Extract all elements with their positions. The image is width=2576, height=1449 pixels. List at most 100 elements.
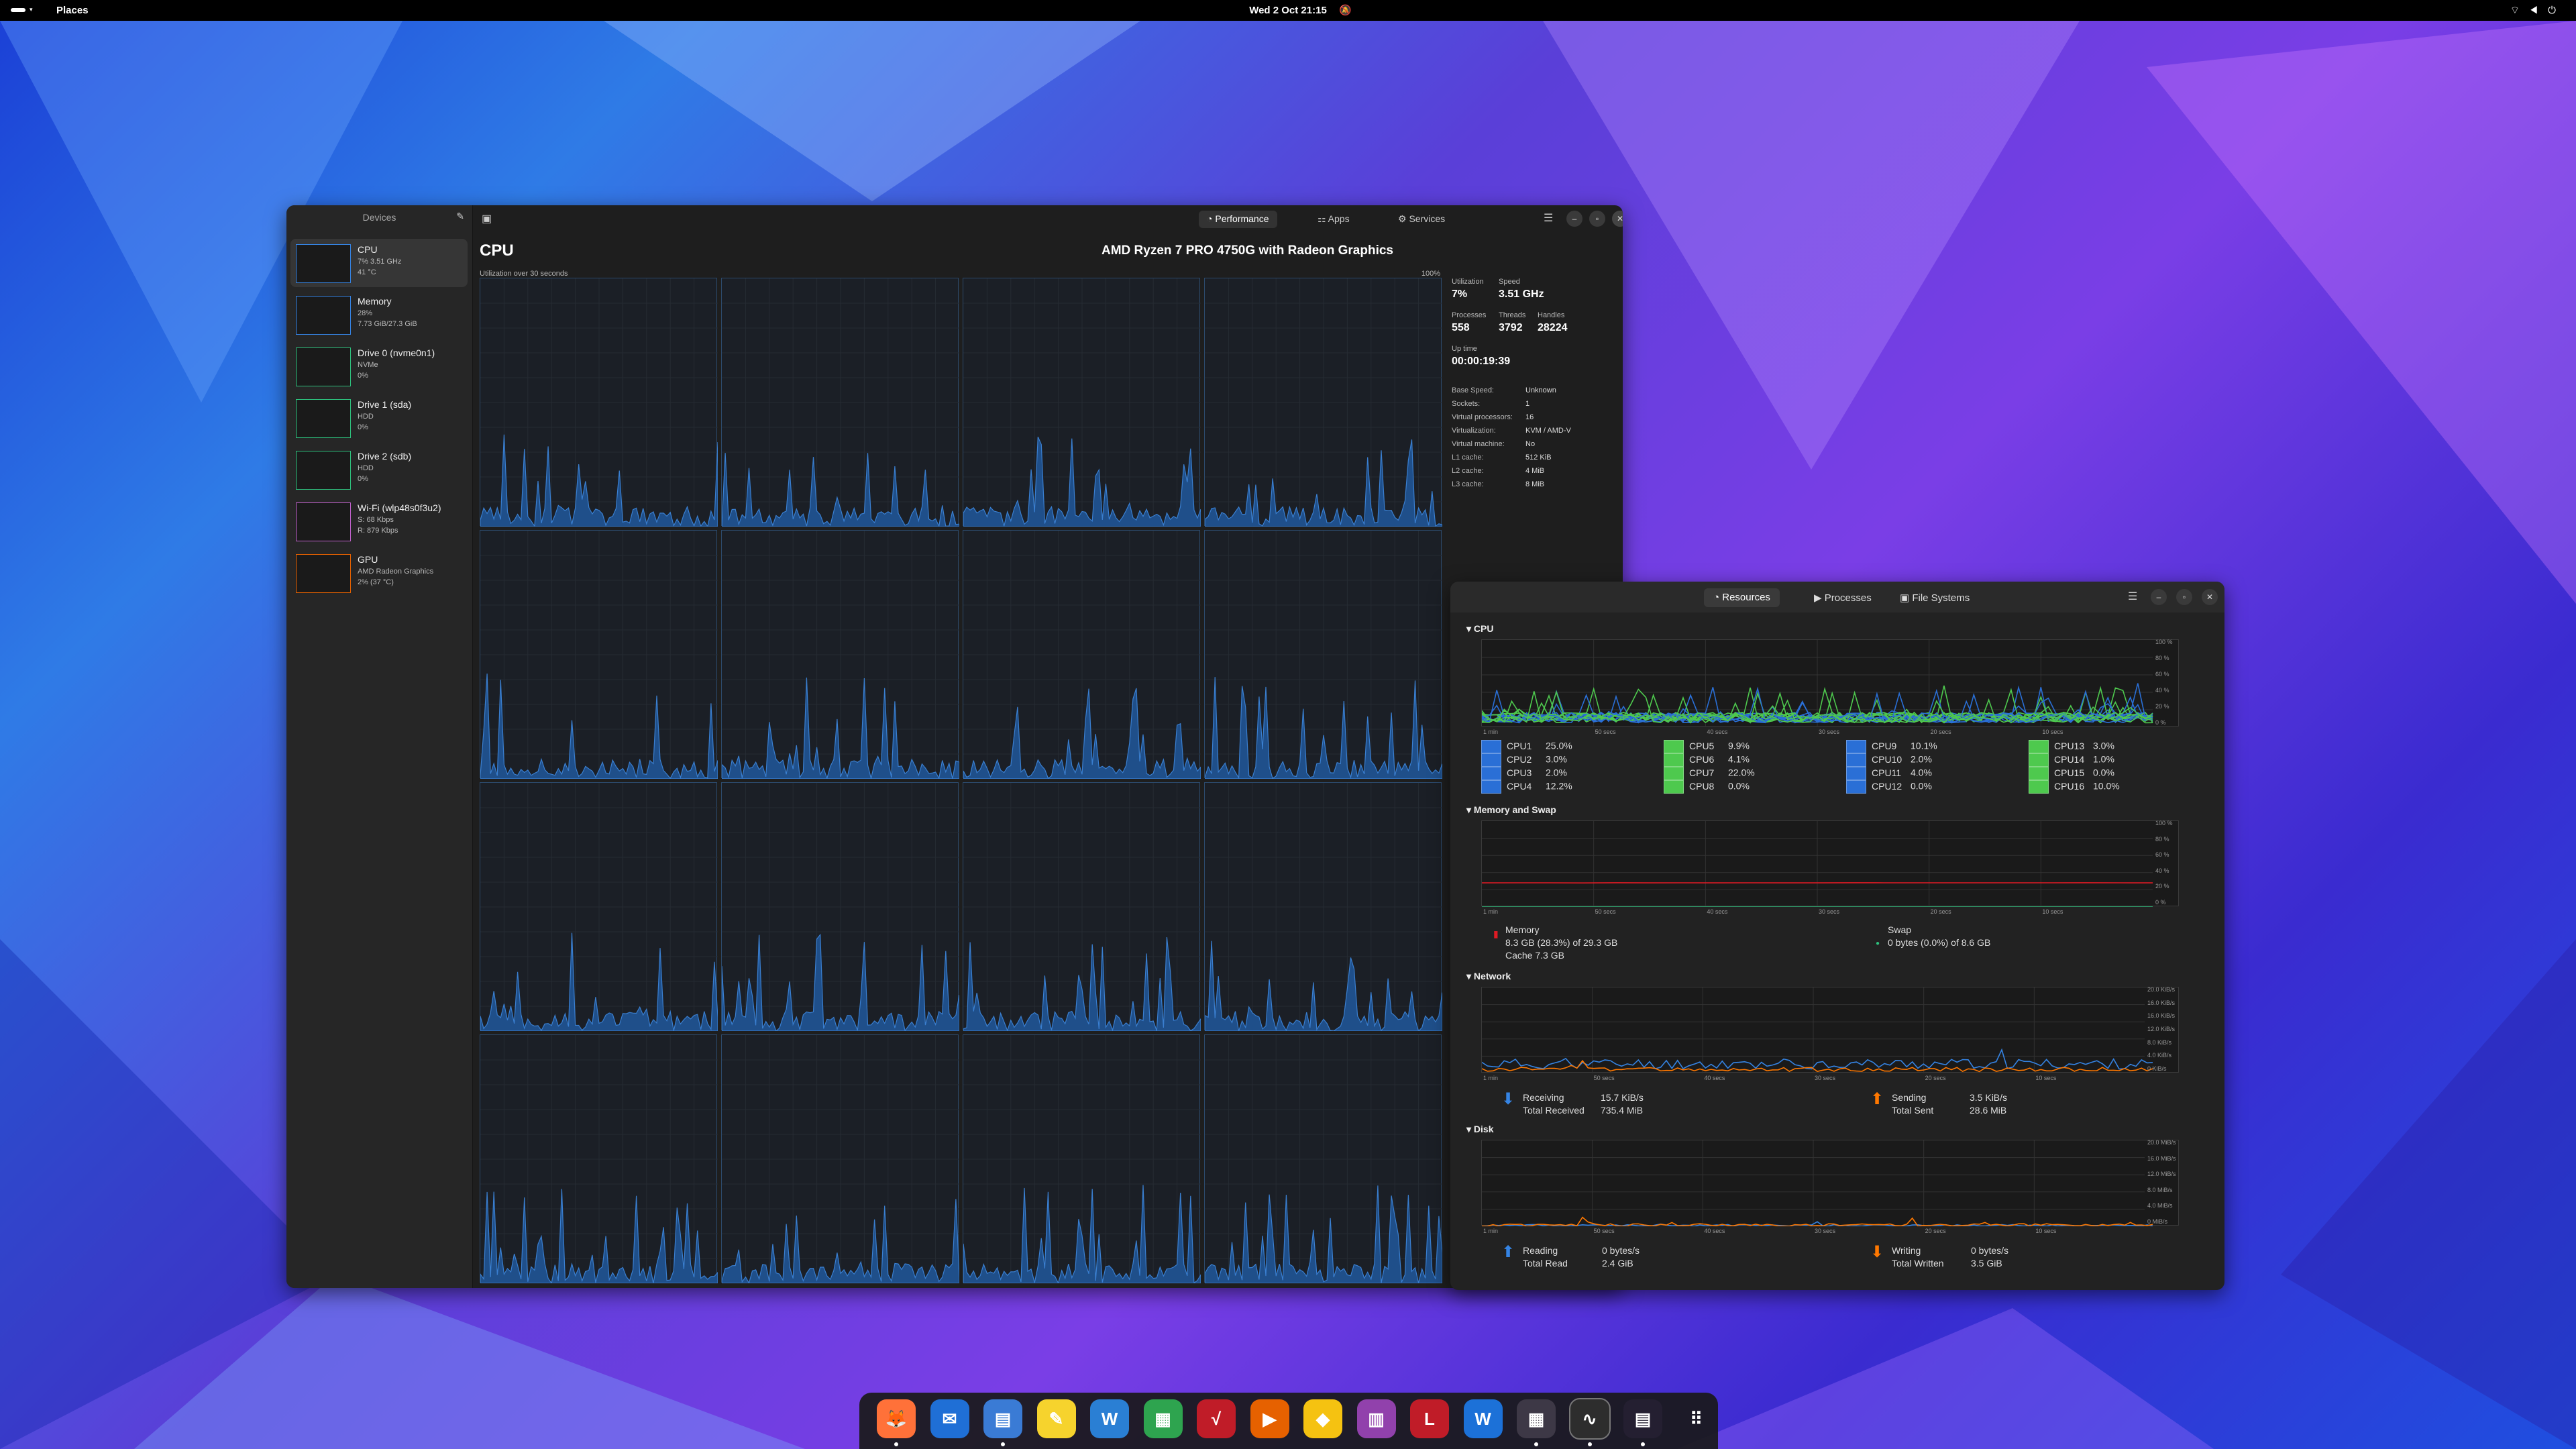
cpu-legend-item: CPU7 22.0% [1664, 767, 1755, 780]
y-axis-label: 20.0 KiB/s [2147, 986, 2176, 993]
cpu-value: 9.9% [1728, 740, 1750, 751]
device-item[interactable]: Wi-Fi (wlp48s0f3u2) S: 68 Kbps R: 879 Kbps [290, 497, 468, 545]
menu-icon[interactable]: ☰ [2128, 590, 2137, 603]
tab-apps[interactable]: ⚏ Apps [1309, 211, 1358, 228]
reading-label: Reading [1523, 1245, 1558, 1256]
detail-key: Sockets: [1452, 400, 1481, 408]
core-usage-plot [1205, 531, 1442, 779]
edit-icon[interactable]: ✎ [456, 211, 464, 222]
minimize-button[interactable]: – [2151, 589, 2167, 605]
tab-services[interactable]: ⚙ Services [1390, 211, 1453, 228]
cpu-color-swatch[interactable] [1664, 753, 1684, 767]
cpu-name: CPU3 [1507, 767, 1532, 778]
device-item[interactable]: GPU AMD Radeon Graphics 2% (37 °C) [290, 549, 468, 597]
cpu-color-swatch[interactable] [1481, 780, 1501, 794]
cpu-color-swatch[interactable] [1846, 740, 1866, 753]
device-item[interactable]: CPU 7% 3.51 GHz 41 °C [290, 239, 468, 287]
device-item[interactable]: Drive 2 (sdb) HDD 0% [290, 445, 468, 494]
cpu-color-swatch[interactable] [1481, 753, 1501, 767]
kvm-icon[interactable]: W [1463, 1399, 1503, 1438]
cpu-section-header[interactable]: ▾ CPU [1466, 623, 1493, 635]
detail-value: 8 MiB [1525, 480, 1545, 488]
x-axis-label: 30 secs [1815, 1228, 1836, 1234]
thunderbird-icon[interactable]: ✉ [930, 1399, 969, 1438]
core-usage-plot [963, 531, 1201, 779]
calc-icon[interactable]: ▦ [1143, 1399, 1183, 1438]
mission-center-window[interactable]: Devices ✎ CPU 7% 3.51 GHz 41 °C Memory 28% 7.… [286, 205, 1623, 1288]
utilization-value: 7% [1452, 288, 1468, 300]
cpu-color-swatch[interactable] [1481, 740, 1501, 753]
base-icon[interactable]: ▥ [1356, 1399, 1396, 1438]
device-item[interactable]: Drive 1 (sda) HDD 0% [290, 394, 468, 442]
mission-center-icon[interactable]: ∿ [1568, 1398, 1611, 1440]
system-monitor-icon[interactable]: ▦ [1517, 1399, 1556, 1438]
network-section-header[interactable]: ▾ Network [1466, 971, 1511, 982]
detail-value: No [1525, 440, 1536, 448]
notifications-muted-icon: 🔕 [1339, 5, 1352, 16]
clock[interactable]: Wed 2 Oct 21:15 [1248, 5, 1328, 16]
x-axis-label: 20 secs [1925, 1075, 1946, 1081]
disk-section-header[interactable]: ▾ Disk [1466, 1124, 1494, 1135]
device-name: Drive 2 (sdb) [358, 451, 412, 462]
total-sent-value: 28.6 MiB [1970, 1105, 2007, 1116]
download-arrow-icon: ⬇ [1501, 1090, 1515, 1108]
files-icon[interactable]: ▤ [983, 1399, 1022, 1438]
tab-resources[interactable]: ◔ Resources [1704, 588, 1780, 607]
device-item[interactable]: Memory 28% 7.73 GiB/27.3 GiB [290, 290, 468, 339]
maximize-button[interactable]: ▫ [2176, 589, 2192, 605]
core-usage-plot [722, 531, 959, 779]
cpu-color-swatch[interactable] [2029, 780, 2049, 794]
places-menu[interactable]: Places [56, 5, 89, 16]
app-grid-icon[interactable]: ⠿ [1677, 1399, 1716, 1438]
libreoffice-icon[interactable]: L [1410, 1399, 1449, 1438]
power-icon: ⏻ [2548, 5, 2565, 16]
receiving-value: 15.7 KiB/s [1601, 1092, 1644, 1103]
threads-label: Threads [1499, 311, 1526, 319]
close-button[interactable]: ✕ [1612, 211, 1623, 227]
tab-file-systems[interactable]: ▣ File Systems [1890, 588, 1979, 607]
cpu-color-swatch[interactable] [1846, 753, 1866, 767]
resources-window[interactable]: ◔ Resources ▶ Processes ▣ File Systems ☰… [1450, 582, 2224, 1290]
cpu-name: CPU11 [1872, 767, 1902, 778]
cpu-color-swatch[interactable] [2029, 740, 2049, 753]
draw-icon[interactable]: ◆ [1303, 1399, 1342, 1438]
y-axis-label: 8.0 MiB/s [2147, 1186, 2173, 1193]
maximize-button[interactable]: ▫ [1589, 211, 1605, 227]
cpu-color-swatch[interactable] [2029, 753, 2049, 767]
cpu-color-swatch[interactable] [1664, 740, 1684, 753]
sidebar-toggle-icon[interactable]: ▣ [482, 212, 492, 225]
activities-button[interactable]: ▾ [11, 6, 34, 14]
math-icon[interactable]: √ [1197, 1399, 1236, 1438]
firefox-icon[interactable]: 🦊 [877, 1399, 916, 1438]
graph-plot [1481, 821, 2153, 908]
cpu-color-swatch[interactable] [1846, 780, 1866, 794]
close-button[interactable]: ✕ [2202, 589, 2218, 605]
tab-apps-label: Apps [1328, 213, 1350, 224]
cpu-color-swatch[interactable] [1664, 780, 1684, 794]
tab-performance[interactable]: ◔ Performance [1199, 211, 1277, 228]
system-tray[interactable]: ⌔◀⏻ [2510, 4, 2565, 17]
memory-section-header[interactable]: ▾ Memory and Swap [1466, 804, 1556, 816]
upload-arrow-icon: ⬆ [1870, 1090, 1884, 1108]
y-axis-label: 8.0 KiB/s [2147, 1038, 2172, 1046]
cpu-color-swatch[interactable] [1846, 767, 1866, 780]
x-axis-label: 10 secs [2035, 1228, 2057, 1234]
resources-icon[interactable]: ▤ [1623, 1399, 1662, 1438]
impress-icon[interactable]: ▶ [1250, 1399, 1289, 1438]
cpu-color-swatch[interactable] [2029, 767, 2049, 780]
cpu-name: CPU12 [1872, 780, 1902, 792]
running-indicator [1641, 1442, 1645, 1446]
detail-key: Base Speed: [1452, 386, 1494, 394]
text-editor-icon[interactable]: ✎ [1036, 1399, 1076, 1438]
core-usage-plot [480, 278, 718, 527]
cpu-color-swatch[interactable] [1481, 767, 1501, 780]
minimize-button[interactable]: – [1566, 211, 1582, 227]
cpu-value: 0.0% [2093, 767, 2114, 778]
writer-icon[interactable]: W [1090, 1399, 1129, 1438]
menu-icon[interactable]: ☰ [1544, 211, 1553, 225]
device-item[interactable]: Drive 0 (nvme0n1) NVMe 0% [290, 342, 468, 390]
tab-processes[interactable]: ▶ Processes [1805, 588, 1881, 607]
cpu-color-swatch[interactable] [1664, 767, 1684, 780]
receiving-info: ⬇ Receiving 15.7 KiB/s Total Received 735.… [1501, 1091, 1644, 1117]
core-usage-plot [722, 1035, 959, 1283]
